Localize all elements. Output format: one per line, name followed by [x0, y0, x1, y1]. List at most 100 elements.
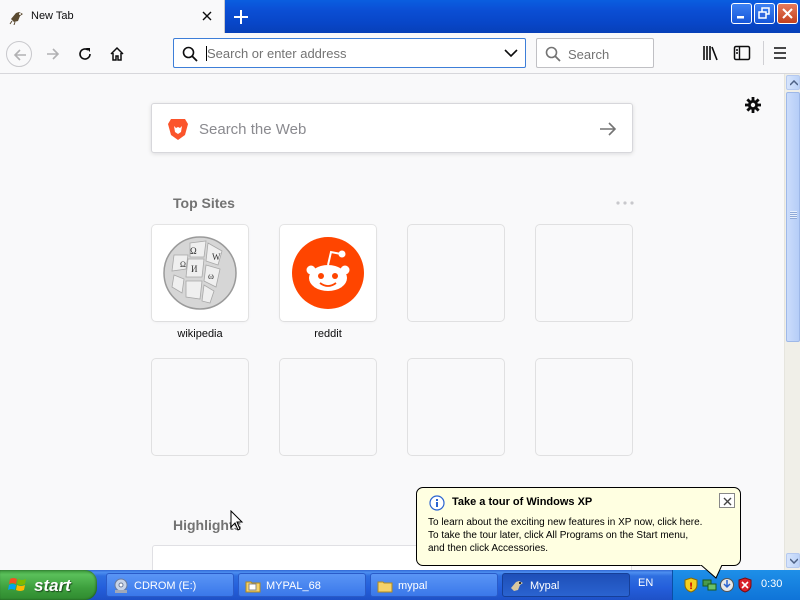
top-site-wikipedia[interactable]: Ω W И ω Ω wikipedia: [152, 225, 248, 340]
svg-text:!: !: [689, 582, 693, 592]
top-site-tile[interactable]: Ω W И ω Ω: [152, 225, 248, 321]
top-site-empty: [280, 359, 376, 455]
mypal-app-icon: [511, 581, 523, 591]
chevron-down-icon[interactable]: [504, 48, 518, 58]
arrow-right-icon[interactable]: [599, 121, 617, 137]
balloon-line: To learn about the exciting new features…: [428, 517, 703, 528]
search-bar[interactable]: Search: [536, 38, 654, 68]
toolbar-separator: [763, 41, 764, 65]
arrow-down-icon: [790, 558, 798, 564]
navigation-toolbar: Search or enter address Search: [0, 33, 800, 74]
vertical-scrollbar[interactable]: [784, 74, 800, 570]
svg-text:ω: ω: [208, 271, 214, 281]
taskbar-item-label: Mypal: [530, 580, 560, 592]
tour-notification-balloon[interactable]: Take a tour of Windows XP To learn about…: [416, 487, 741, 566]
scroll-down-button[interactable]: [786, 553, 800, 568]
antivirus-icon[interactable]: [737, 577, 753, 593]
taskbar-item-mypal-folder[interactable]: mypal: [370, 573, 498, 597]
top-site-label: wikipedia: [177, 328, 223, 340]
back-button[interactable]: [6, 41, 32, 67]
top-site-empty: [408, 359, 504, 455]
minimize-icon: [737, 16, 744, 19]
start-label: start: [34, 576, 71, 595]
tab-new-tab[interactable]: New Tab: [0, 0, 225, 33]
top-site-empty: [536, 359, 632, 455]
top-site-reddit[interactable]: reddit: [280, 225, 376, 340]
scroll-up-button[interactable]: [786, 75, 800, 90]
address-bar[interactable]: Search or enter address: [173, 38, 526, 68]
taskbar-item-mypal-68[interactable]: MYPAL_68: [238, 573, 366, 597]
clock[interactable]: 0:30: [761, 578, 782, 590]
top-site-empty: [536, 225, 632, 321]
start-button[interactable]: start: [0, 570, 97, 600]
search-bar-placeholder: Search: [568, 47, 610, 62]
empty-tile: [536, 225, 632, 321]
mouse-cursor-icon: [230, 510, 244, 531]
search-icon: [545, 46, 561, 62]
balloon-title: Take a tour of Windows XP: [452, 496, 593, 508]
top-site-empty: [152, 359, 248, 455]
close-tab-icon[interactable]: [200, 9, 214, 23]
empty-tile: [536, 359, 632, 455]
back-arrow-icon: [13, 49, 26, 61]
empty-tile: [408, 225, 504, 321]
close-window-button[interactable]: [777, 3, 798, 24]
wikipedia-globe-icon: Ω W И ω Ω: [163, 236, 237, 310]
forward-arrow-icon: [47, 48, 60, 60]
gear-icon[interactable]: [744, 96, 762, 114]
top-site-empty: [408, 225, 504, 321]
scroll-grip: [790, 211, 797, 219]
mypal-favicon-icon: [9, 12, 23, 25]
brave-lion-icon: [168, 119, 188, 140]
language-indicator[interactable]: EN: [638, 577, 653, 589]
svg-text:Ω: Ω: [180, 260, 186, 269]
close-icon: [782, 8, 793, 19]
cdrom-drive-icon: [114, 578, 128, 593]
close-icon: [723, 497, 732, 506]
web-search-box[interactable]: Search the Web: [151, 103, 633, 153]
sidebar-icon[interactable]: [733, 45, 751, 61]
title-bar: New Tab: [0, 0, 800, 33]
security-shield-icon[interactable]: !: [683, 577, 699, 593]
svg-text:И: И: [191, 264, 198, 274]
windows-logo-icon: [8, 578, 26, 591]
restore-button[interactable]: [754, 3, 775, 24]
balloon-body[interactable]: To learn about the exciting new features…: [428, 516, 738, 555]
taskbar: start CDROM (E:) MYPAL_68 mypal Mypal EN: [0, 570, 800, 600]
empty-tile: [280, 359, 376, 455]
reddit-logo-icon: [292, 237, 364, 309]
taskbar-item-cdrom[interactable]: CDROM (E:): [106, 573, 234, 597]
library-icon[interactable]: [702, 45, 720, 61]
balloon-close-button[interactable]: [719, 493, 735, 508]
top-site-tile[interactable]: [280, 225, 376, 321]
folder-icon: [377, 581, 393, 593]
update-icon[interactable]: [719, 577, 735, 593]
minimize-button[interactable]: [731, 3, 752, 24]
scroll-thumb[interactable]: [786, 92, 800, 342]
network-icon[interactable]: [702, 577, 718, 593]
restore-icon: [758, 7, 770, 19]
address-bar-placeholder: Search or enter address: [207, 46, 347, 61]
home-button[interactable]: [104, 41, 130, 67]
forward-button[interactable]: [40, 41, 66, 67]
taskbar-item-mypal-browser[interactable]: Mypal: [502, 573, 630, 597]
new-tab-plus-icon[interactable]: [230, 6, 252, 28]
reload-icon: [79, 48, 91, 60]
balloon-line: and then click Accessories.: [428, 543, 549, 554]
more-options-icon[interactable]: [616, 201, 634, 205]
taskbar-item-label: CDROM (E:): [134, 580, 197, 592]
empty-tile: [152, 359, 248, 455]
taskbar-item-label: mypal: [398, 580, 428, 592]
system-tray: ! 0:30: [672, 570, 800, 600]
svg-text:Ω: Ω: [190, 246, 197, 256]
arrow-up-icon: [790, 80, 798, 86]
home-icon: [110, 46, 124, 61]
svg-text:W: W: [212, 252, 221, 262]
info-icon: [429, 495, 445, 511]
taskbar-item-label: MYPAL_68: [266, 580, 321, 592]
folder-icon: [245, 581, 261, 593]
top-site-label: reddit: [314, 328, 342, 340]
tab-title: New Tab: [31, 10, 74, 22]
hamburger-menu-icon[interactable]: [772, 45, 788, 61]
reload-button[interactable]: [72, 41, 98, 67]
